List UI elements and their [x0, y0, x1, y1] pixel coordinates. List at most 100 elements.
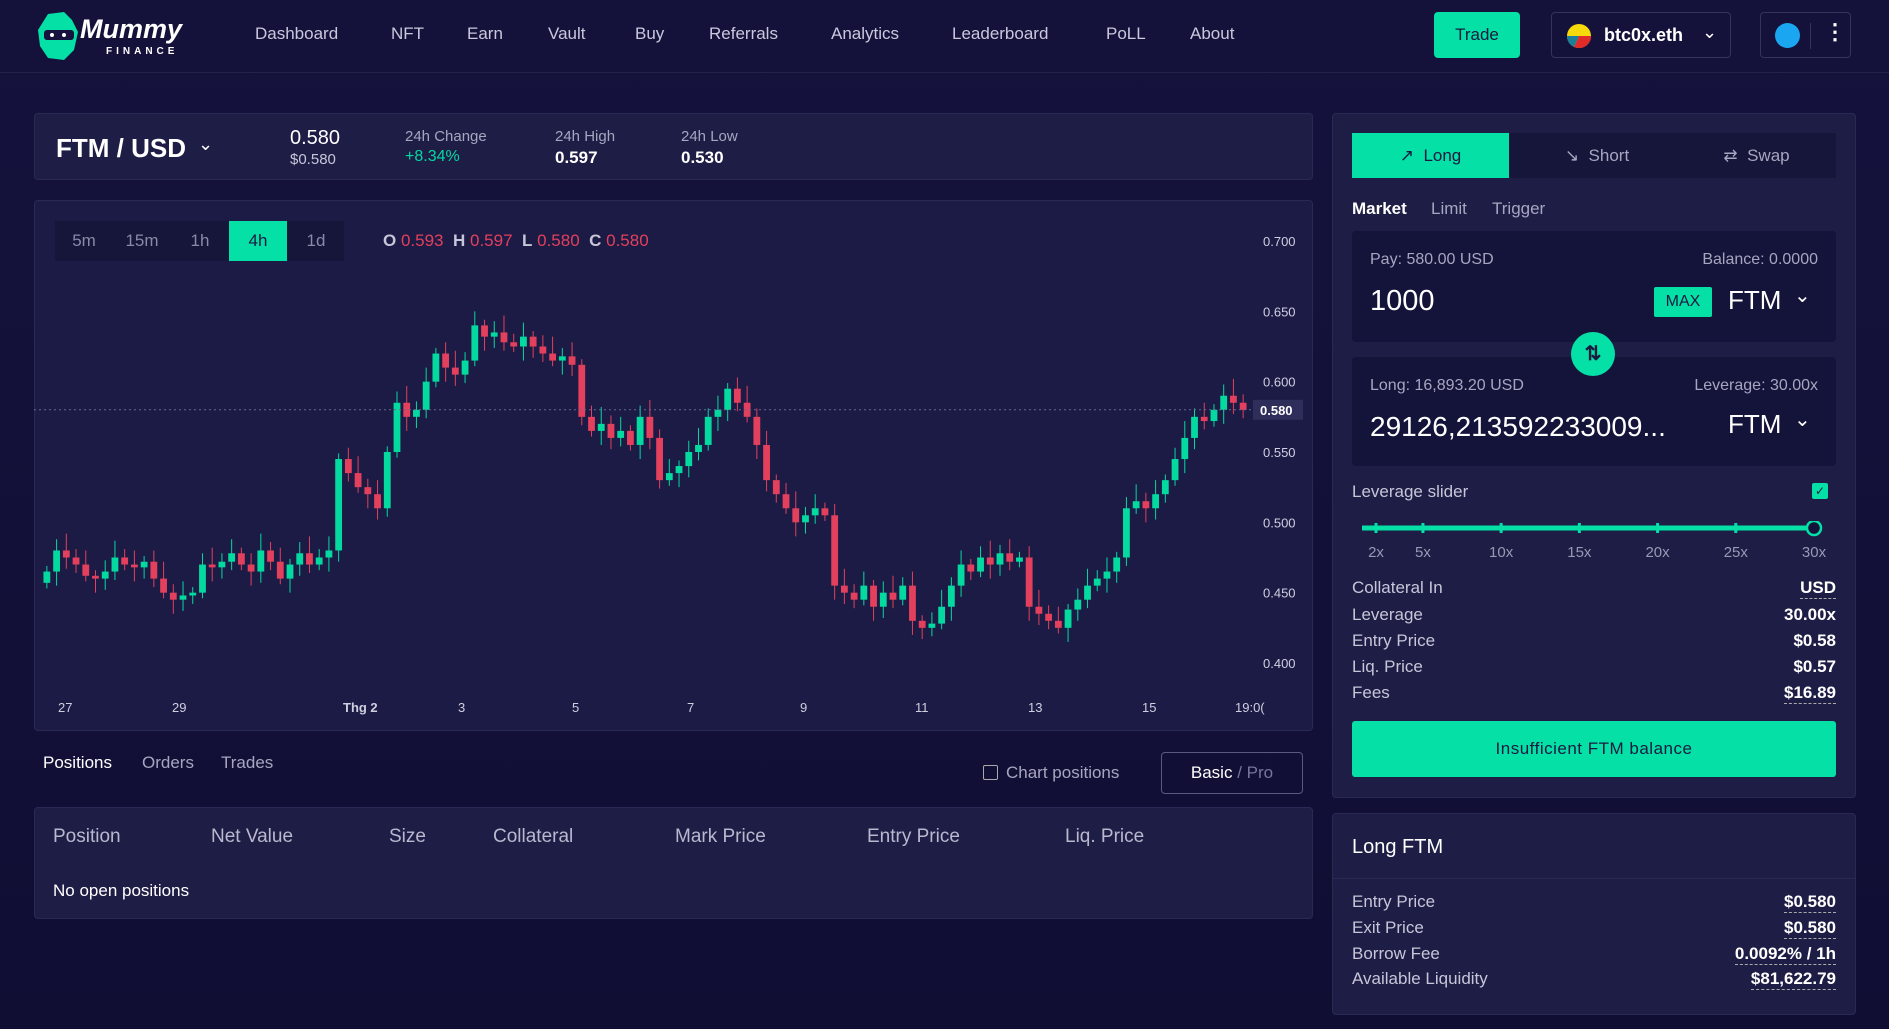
nav-vault[interactable]: Vault: [548, 24, 586, 44]
high-label: 24h High: [555, 128, 616, 145]
logo[interactable]: Mummy FINANCE: [34, 10, 204, 62]
leverage-slider-checkbox[interactable]: ✓: [1812, 483, 1828, 499]
candle-body: [695, 444, 702, 452]
long-info-label: Available Liquidity: [1352, 969, 1488, 988]
candle-body: [1084, 585, 1091, 600]
candle-body: [714, 409, 722, 417]
candle-body: [150, 561, 158, 579]
wallet-button[interactable]: btc0x.eth ⌄: [1551, 12, 1731, 58]
basic-pro-toggle[interactable]: Basic / Pro: [1161, 752, 1303, 794]
nav-leaderboard[interactable]: Leaderboard: [952, 24, 1048, 44]
candle-body: [636, 416, 644, 445]
pay-amount-input[interactable]: 1000: [1370, 285, 1435, 318]
candle-body: [831, 515, 839, 586]
slider-mark-label[interactable]: 5x: [1415, 544, 1431, 561]
long-info-row: Entry Price $0.580: [1352, 892, 1836, 913]
x-tick-label: 5: [572, 700, 579, 715]
candle-body: [1191, 416, 1198, 438]
high-value: 0.597: [555, 148, 598, 167]
max-button[interactable]: MAX: [1654, 287, 1712, 317]
candle-body: [1200, 416, 1208, 422]
candle-body: [792, 508, 800, 523]
trade-info-value: $0.57: [1793, 657, 1836, 676]
tab-positions[interactable]: Positions: [43, 753, 112, 773]
chevron-down-icon[interactable]: ⌄: [1794, 407, 1811, 432]
nav-dashboard[interactable]: Dashboard: [255, 24, 338, 44]
nav-about[interactable]: About: [1190, 24, 1234, 44]
chevron-down-icon[interactable]: ⌄: [198, 134, 213, 155]
chart-positions-checkbox[interactable]: [983, 765, 998, 780]
long-info-value[interactable]: 0.0092% / 1h: [1734, 944, 1836, 965]
slider-mark-label[interactable]: 2x: [1368, 544, 1384, 561]
more-menu-icon[interactable]: ⋮: [1824, 19, 1846, 45]
nav-referrals[interactable]: Referrals: [709, 24, 778, 44]
tab-trades[interactable]: Trades: [221, 753, 273, 773]
tab-swap[interactable]: ⇄ Swap: [1677, 133, 1836, 178]
tab-orders[interactable]: Orders: [142, 753, 194, 773]
submit-button[interactable]: Insufficient FTM balance: [1352, 721, 1836, 777]
slider-tick: [1374, 523, 1378, 533]
candle-body: [1016, 557, 1023, 562]
candle-body: [977, 557, 984, 572]
pro-option[interactable]: / Pro: [1237, 763, 1273, 782]
trade-info-value[interactable]: USD: [1800, 578, 1836, 599]
nav-buy[interactable]: Buy: [635, 24, 664, 44]
trade-info-label: Collateral In: [1352, 578, 1443, 597]
nav-nft[interactable]: NFT: [391, 24, 424, 44]
chevron-down-icon[interactable]: ⌄: [1794, 283, 1811, 308]
slider-mark-label[interactable]: 25x: [1724, 544, 1749, 561]
leverage-slider[interactable]: 2x 5x 10x 15x 20x 25x 30x: [1359, 519, 1828, 561]
candle-body: [870, 585, 877, 607]
order-type-market[interactable]: Market: [1352, 199, 1407, 219]
slider-mark-label[interactable]: 15x: [1567, 544, 1592, 561]
x-tick-label: 3: [458, 700, 465, 715]
pair-selector[interactable]: FTM / USD: [56, 133, 186, 164]
trade-info-row: Leverage 30.00x: [1352, 605, 1836, 625]
candle-body: [938, 606, 946, 624]
candle-body: [724, 388, 732, 410]
nav-poll[interactable]: PoLL: [1106, 24, 1146, 44]
long-info-value[interactable]: $81,622.79: [1750, 969, 1836, 990]
candlestick-chart[interactable]: 0.700 0.650 0.600 0.550 0.500 0.450 0.400 27 29 T…: [34, 200, 1313, 731]
candle-body: [685, 452, 693, 467]
tab-long[interactable]: ↗ Long: [1352, 133, 1509, 178]
change-label: 24h Change: [405, 128, 487, 145]
nav-analytics[interactable]: Analytics: [831, 24, 899, 44]
candle-body: [432, 353, 440, 382]
candle-body: [1074, 599, 1082, 610]
trade-button[interactable]: Trade: [1434, 12, 1520, 58]
network-menu[interactable]: ⋮: [1760, 12, 1851, 58]
trade-info-label: Fees: [1352, 683, 1390, 702]
x-tick-label: 15: [1142, 700, 1156, 715]
low-label: 24h Low: [681, 128, 738, 145]
slider-mark-label[interactable]: 20x: [1645, 544, 1670, 561]
basic-option[interactable]: Basic: [1191, 763, 1233, 782]
slider-mark-label[interactable]: 30x: [1802, 544, 1827, 561]
col-collateral: Collateral: [493, 826, 574, 847]
candle-body: [1006, 553, 1014, 562]
ticker-price-usd: $0.580: [290, 151, 336, 168]
slider-mark-label[interactable]: 10x: [1489, 544, 1514, 561]
candle-body: [821, 508, 829, 516]
candle-body: [92, 575, 99, 579]
fantom-network-icon[interactable]: [1775, 23, 1800, 48]
long-info-value[interactable]: $0.580: [1784, 892, 1836, 913]
y-tick-label: 0.700: [1263, 234, 1296, 249]
long-info-value[interactable]: $0.580: [1784, 918, 1836, 939]
tab-short[interactable]: ↘ Short: [1517, 133, 1677, 178]
order-type-trigger[interactable]: Trigger: [1492, 199, 1545, 219]
slider-handle[interactable]: [1805, 519, 1823, 537]
trade-info-row: Fees $16.89: [1352, 683, 1836, 704]
swap-direction-button[interactable]: ⇅: [1571, 332, 1615, 376]
long-token-selector[interactable]: FTM: [1728, 409, 1781, 440]
nav-earn[interactable]: Earn: [467, 24, 503, 44]
order-type-limit[interactable]: Limit: [1431, 199, 1467, 219]
chart-positions-label[interactable]: Chart positions: [1006, 763, 1119, 783]
long-amount-input[interactable]: 29126,213592233009...: [1370, 411, 1666, 443]
pay-token-selector[interactable]: FTM: [1728, 285, 1781, 316]
empty-state: No open positions: [53, 881, 190, 900]
swap-vertical-icon: ⇅: [1584, 343, 1602, 365]
candle-body: [500, 332, 508, 343]
x-tick-label: 13: [1028, 700, 1042, 715]
trade-info-value[interactable]: $16.89: [1784, 683, 1836, 704]
